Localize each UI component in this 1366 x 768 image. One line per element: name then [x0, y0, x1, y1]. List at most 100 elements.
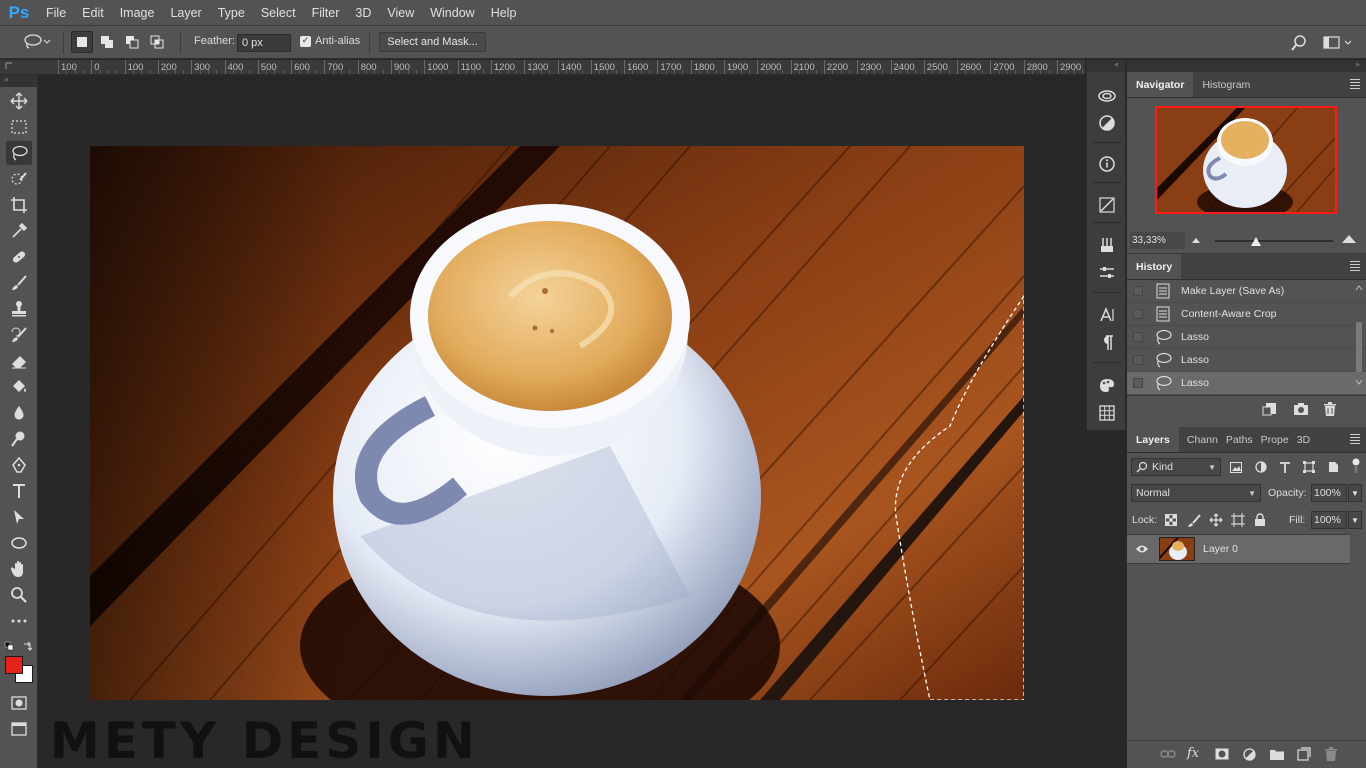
- type-layer-filter-icon[interactable]: [1279, 461, 1291, 473]
- quick-selection-tool[interactable]: [6, 167, 32, 191]
- toolbar-collapse[interactable]: »: [0, 75, 38, 87]
- shape-layer-filter-icon[interactable]: [1303, 461, 1315, 473]
- adjustment-layer-filter-icon[interactable]: [1255, 461, 1267, 473]
- menu-select[interactable]: Select: [253, 6, 304, 20]
- layer-filter-select[interactable]: Kind ▼: [1131, 458, 1221, 476]
- tab-navigator[interactable]: Navigator: [1127, 72, 1194, 97]
- swatches-button[interactable]: [1094, 372, 1120, 398]
- zoom-input[interactable]: 33,33%: [1130, 232, 1185, 249]
- paint-bucket-tool[interactable]: [6, 375, 32, 399]
- history-item[interactable]: Lasso: [1127, 326, 1366, 349]
- tab-channels[interactable]: Chann: [1179, 427, 1222, 452]
- delete-layer-icon[interactable]: [1324, 747, 1338, 762]
- fill-dropdown[interactable]: ▼: [1348, 511, 1362, 529]
- properties-sliders-button[interactable]: [1094, 260, 1120, 286]
- tab-history[interactable]: History: [1127, 254, 1182, 279]
- fill-input[interactable]: 100%: [1311, 511, 1347, 529]
- canvas-area[interactable]: METY DESIGN: [39, 76, 1085, 768]
- antialias-checkbox[interactable]: ✓: [300, 36, 311, 47]
- new-adjustment-layer-icon[interactable]: [1243, 748, 1256, 761]
- ellipse-tool[interactable]: [6, 531, 32, 555]
- brushes-button[interactable]: [1094, 232, 1120, 258]
- eye-visibility-icon[interactable]: [1135, 544, 1149, 554]
- tab-paths[interactable]: Paths: [1222, 427, 1257, 452]
- hand-tool[interactable]: [6, 557, 32, 581]
- document-image[interactable]: [90, 146, 1024, 700]
- layer-name[interactable]: Layer 0: [1203, 543, 1238, 555]
- delete-state-button[interactable]: [1322, 401, 1338, 417]
- link-layers-icon[interactable]: [1160, 749, 1176, 759]
- smart-object-filter-icon[interactable]: [1327, 461, 1339, 473]
- menu-file[interactable]: File: [38, 6, 74, 20]
- tab-properties[interactable]: Prope: [1257, 427, 1293, 452]
- history-item[interactable]: Lasso: [1127, 349, 1366, 372]
- lasso-tool[interactable]: [6, 141, 32, 165]
- panel-menu-icon[interactable]: [1350, 261, 1360, 271]
- zoom-in-icon[interactable]: [1341, 234, 1357, 244]
- horizontal-ruler[interactable]: 100 0 100 200 300 400 500 600 700 800 900 1000 1100 1…: [38, 60, 1085, 75]
- tab-3d[interactable]: 3D: [1293, 427, 1314, 452]
- menu-layer[interactable]: Layer: [162, 6, 209, 20]
- subtract-selection-button[interactable]: [121, 31, 143, 53]
- history-snapshot-checkbox[interactable]: [1133, 378, 1143, 388]
- blend-mode-select[interactable]: Normal ▼: [1131, 484, 1261, 502]
- blur-tool[interactable]: [6, 401, 32, 425]
- panel-menu-icon[interactable]: [1350, 434, 1360, 444]
- zoom-slider-track[interactable]: [1215, 240, 1333, 242]
- intersect-selection-button[interactable]: [146, 31, 168, 53]
- strip-collapse[interactable]: «: [1087, 60, 1125, 72]
- search-button[interactable]: [1290, 34, 1308, 52]
- add-selection-button[interactable]: [96, 31, 118, 53]
- history-item[interactable]: Content-Aware Crop: [1127, 303, 1366, 326]
- path-selection-tool[interactable]: [6, 505, 32, 529]
- new-document-from-state-button[interactable]: [1262, 401, 1278, 417]
- panels-collapse[interactable]: »: [1127, 60, 1366, 72]
- menu-filter[interactable]: Filter: [304, 6, 348, 20]
- tab-histogram[interactable]: Histogram: [1193, 72, 1259, 97]
- tool-preset-picker[interactable]: [18, 32, 56, 52]
- menu-type[interactable]: Type: [210, 6, 253, 20]
- history-snapshot-checkbox[interactable]: [1133, 286, 1143, 296]
- history-item[interactable]: Make Layer (Save As): [1127, 280, 1366, 303]
- foreground-color-swatch[interactable]: [5, 656, 23, 674]
- navigator-preview[interactable]: [1155, 106, 1337, 214]
- select-and-mask-button[interactable]: Select and Mask...: [379, 32, 486, 52]
- healing-brush-tool[interactable]: [6, 245, 32, 269]
- zoom-slider-handle[interactable]: [1251, 237, 1261, 246]
- zoom-out-icon[interactable]: [1191, 236, 1201, 244]
- feather-input[interactable]: 0 px: [237, 34, 291, 52]
- history-item-selected[interactable]: Lasso: [1127, 372, 1366, 395]
- history-scrollbar[interactable]: [1354, 282, 1364, 390]
- menu-view[interactable]: View: [379, 6, 422, 20]
- panel-menu-icon[interactable]: [1350, 79, 1360, 89]
- history-brush-tool[interactable]: [6, 323, 32, 347]
- filter-toggle-icon[interactable]: [1351, 458, 1361, 474]
- menu-3d[interactable]: 3D: [347, 6, 379, 20]
- menu-edit[interactable]: Edit: [74, 6, 112, 20]
- brush-tool[interactable]: [6, 271, 32, 295]
- menu-image[interactable]: Image: [112, 6, 163, 20]
- move-tool[interactable]: [6, 89, 32, 113]
- color-controls[interactable]: [4, 641, 34, 653]
- type-tool[interactable]: [6, 479, 32, 503]
- new-layer-icon[interactable]: [1297, 747, 1311, 761]
- lock-transparent-pixels-icon[interactable]: [1165, 514, 1177, 526]
- zoom-tool[interactable]: [6, 583, 32, 607]
- pen-tool[interactable]: [6, 453, 32, 477]
- dodge-tool[interactable]: [6, 427, 32, 451]
- new-group-icon[interactable]: [1270, 748, 1284, 760]
- opacity-input[interactable]: 100%: [1311, 484, 1347, 502]
- add-mask-icon[interactable]: [1215, 748, 1229, 760]
- screen-mode-button[interactable]: [6, 717, 32, 741]
- paragraph-button[interactable]: [1094, 330, 1120, 356]
- menu-window[interactable]: Window: [422, 6, 482, 20]
- history-snapshot-checkbox[interactable]: [1133, 332, 1143, 342]
- brush-settings-button[interactable]: [1094, 192, 1120, 218]
- opacity-dropdown[interactable]: ▼: [1348, 484, 1362, 502]
- lock-artboard-icon[interactable]: [1231, 513, 1245, 527]
- eyedropper-tool[interactable]: [6, 219, 32, 243]
- character-button[interactable]: [1094, 302, 1120, 328]
- snapshot-button[interactable]: [1293, 401, 1309, 417]
- info-button[interactable]: [1094, 151, 1120, 177]
- history-snapshot-checkbox[interactable]: [1133, 355, 1143, 365]
